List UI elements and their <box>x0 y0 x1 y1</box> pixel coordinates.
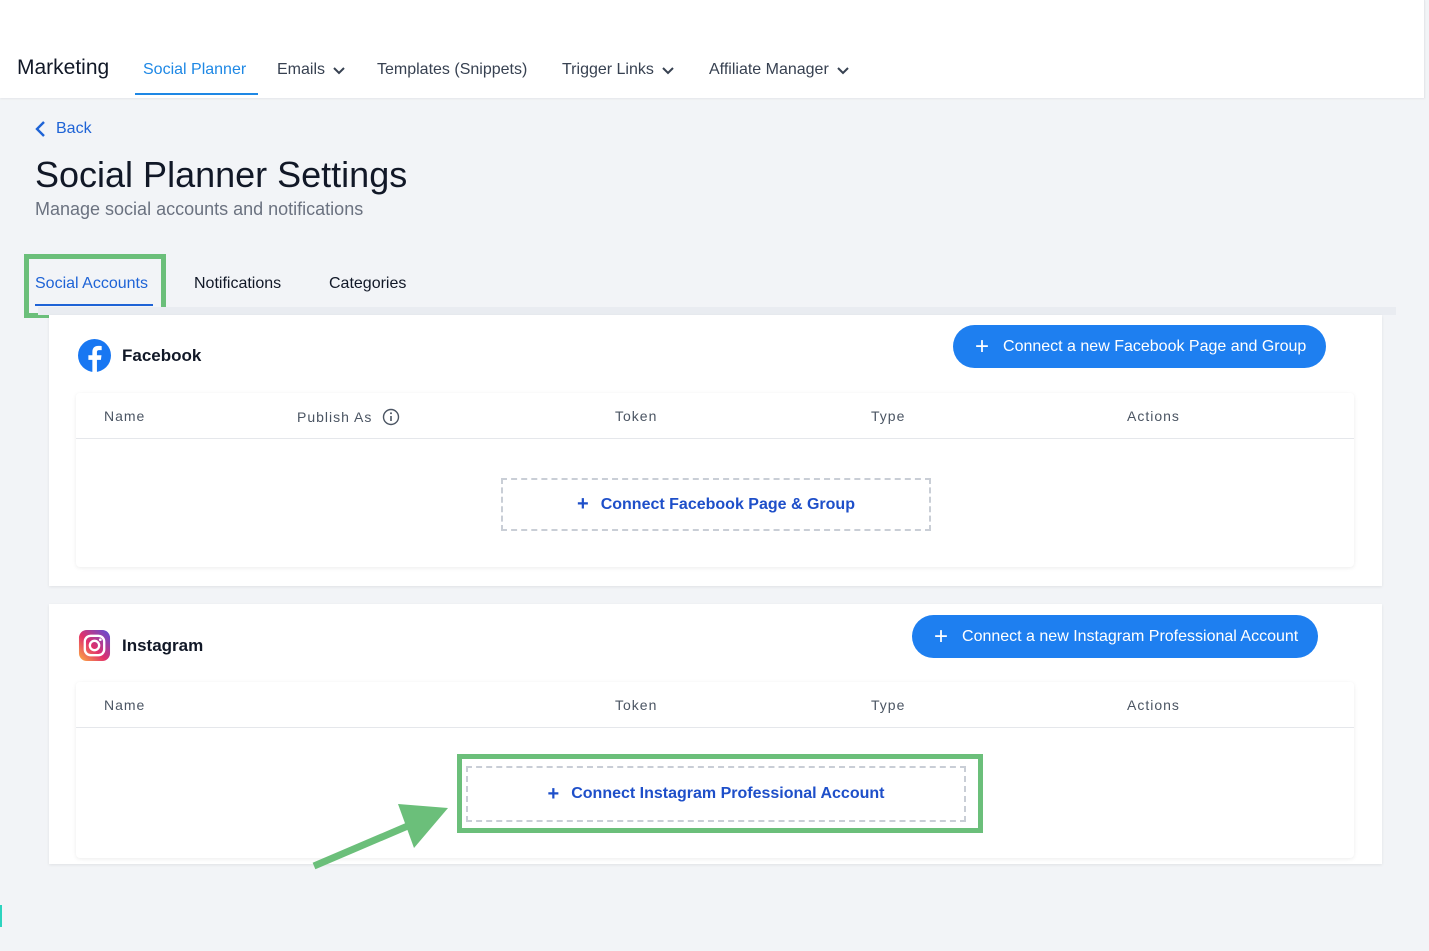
column-header-token: Token <box>615 697 658 713</box>
top-navigation-bar: Marketing Social Planner Emails Template… <box>0 0 1425 98</box>
nav-item-trigger-links[interactable]: Trigger Links <box>562 0 676 96</box>
column-header-label: Publish As <box>297 409 373 425</box>
facebook-title: Facebook <box>122 345 202 365</box>
column-header-name: Name <box>104 408 146 424</box>
table-header: Name Token Type Actions <box>76 682 1354 728</box>
nav-item-social-planner[interactable]: Social Planner <box>143 0 246 96</box>
back-link[interactable]: Back <box>34 120 92 138</box>
content-divider <box>38 307 1396 315</box>
edge-marker <box>0 905 2 927</box>
column-header-actions: Actions <box>1127 697 1180 713</box>
chevron-down-icon <box>837 67 849 75</box>
column-header-name: Name <box>104 697 146 713</box>
nav-item-label: Emails <box>277 61 326 78</box>
connect-facebook-page-group-button[interactable]: + Connect Facebook Page & Group <box>501 478 931 531</box>
tab-categories[interactable]: Categories <box>329 275 406 293</box>
nav-item-label: Social Planner <box>143 61 247 78</box>
plus-icon: + <box>934 622 949 650</box>
facebook-logo-icon <box>78 339 111 372</box>
connect-new-instagram-button[interactable]: + Connect a new Instagram Professional A… <box>912 615 1319 658</box>
column-header-type: Type <box>871 408 906 424</box>
connect-new-facebook-button[interactable]: + Connect a new Facebook Page and Group <box>953 325 1327 368</box>
page-subtitle: Manage social accounts and notifications <box>35 199 364 219</box>
instagram-logo-icon <box>78 629 111 662</box>
button-label: Connect Facebook Page & Group <box>600 495 855 513</box>
active-nav-indicator <box>135 93 258 95</box>
nav-item-emails[interactable]: Emails <box>277 0 347 96</box>
info-icon[interactable] <box>382 408 400 426</box>
nav-item-affiliate-manager[interactable]: Affiliate Manager <box>709 0 851 96</box>
chevron-down-icon <box>333 67 345 75</box>
column-header-type: Type <box>871 697 906 713</box>
nav-item-templates[interactable]: Templates (Snippets) <box>377 0 527 96</box>
plus-icon: + <box>975 332 990 360</box>
plus-icon: + <box>577 493 589 515</box>
table-header: Name Publish As Token Type Actions <box>76 393 1354 439</box>
instagram-title: Instagram <box>122 635 204 655</box>
instagram-connect-highlight-box <box>457 754 983 833</box>
facebook-accounts-table: Name Publish As Token Type Actions + Con… <box>76 393 1354 567</box>
chevron-down-icon <box>662 67 674 75</box>
back-label: Back <box>56 120 92 137</box>
tab-notifications[interactable]: Notifications <box>194 275 281 293</box>
column-header-token: Token <box>615 408 658 424</box>
facebook-header: Facebook <box>78 339 201 372</box>
column-header-publish-as: Publish As <box>297 408 400 426</box>
nav-item-label: Affiliate Manager <box>709 61 829 78</box>
nav-item-label: Trigger Links <box>562 61 654 78</box>
button-label: Connect a new Instagram Professional Acc… <box>962 627 1299 645</box>
column-header-actions: Actions <box>1127 408 1180 424</box>
chevron-left-icon <box>35 121 45 137</box>
app-title: Marketing <box>17 56 110 79</box>
nav-item-label: Templates (Snippets) <box>377 61 528 78</box>
instagram-header: Instagram <box>78 629 203 662</box>
page-title: Social Planner Settings <box>35 154 408 195</box>
button-label: Connect a new Facebook Page and Group <box>1003 337 1307 355</box>
facebook-card: Facebook + Connect a new Facebook Page a… <box>49 315 1382 586</box>
